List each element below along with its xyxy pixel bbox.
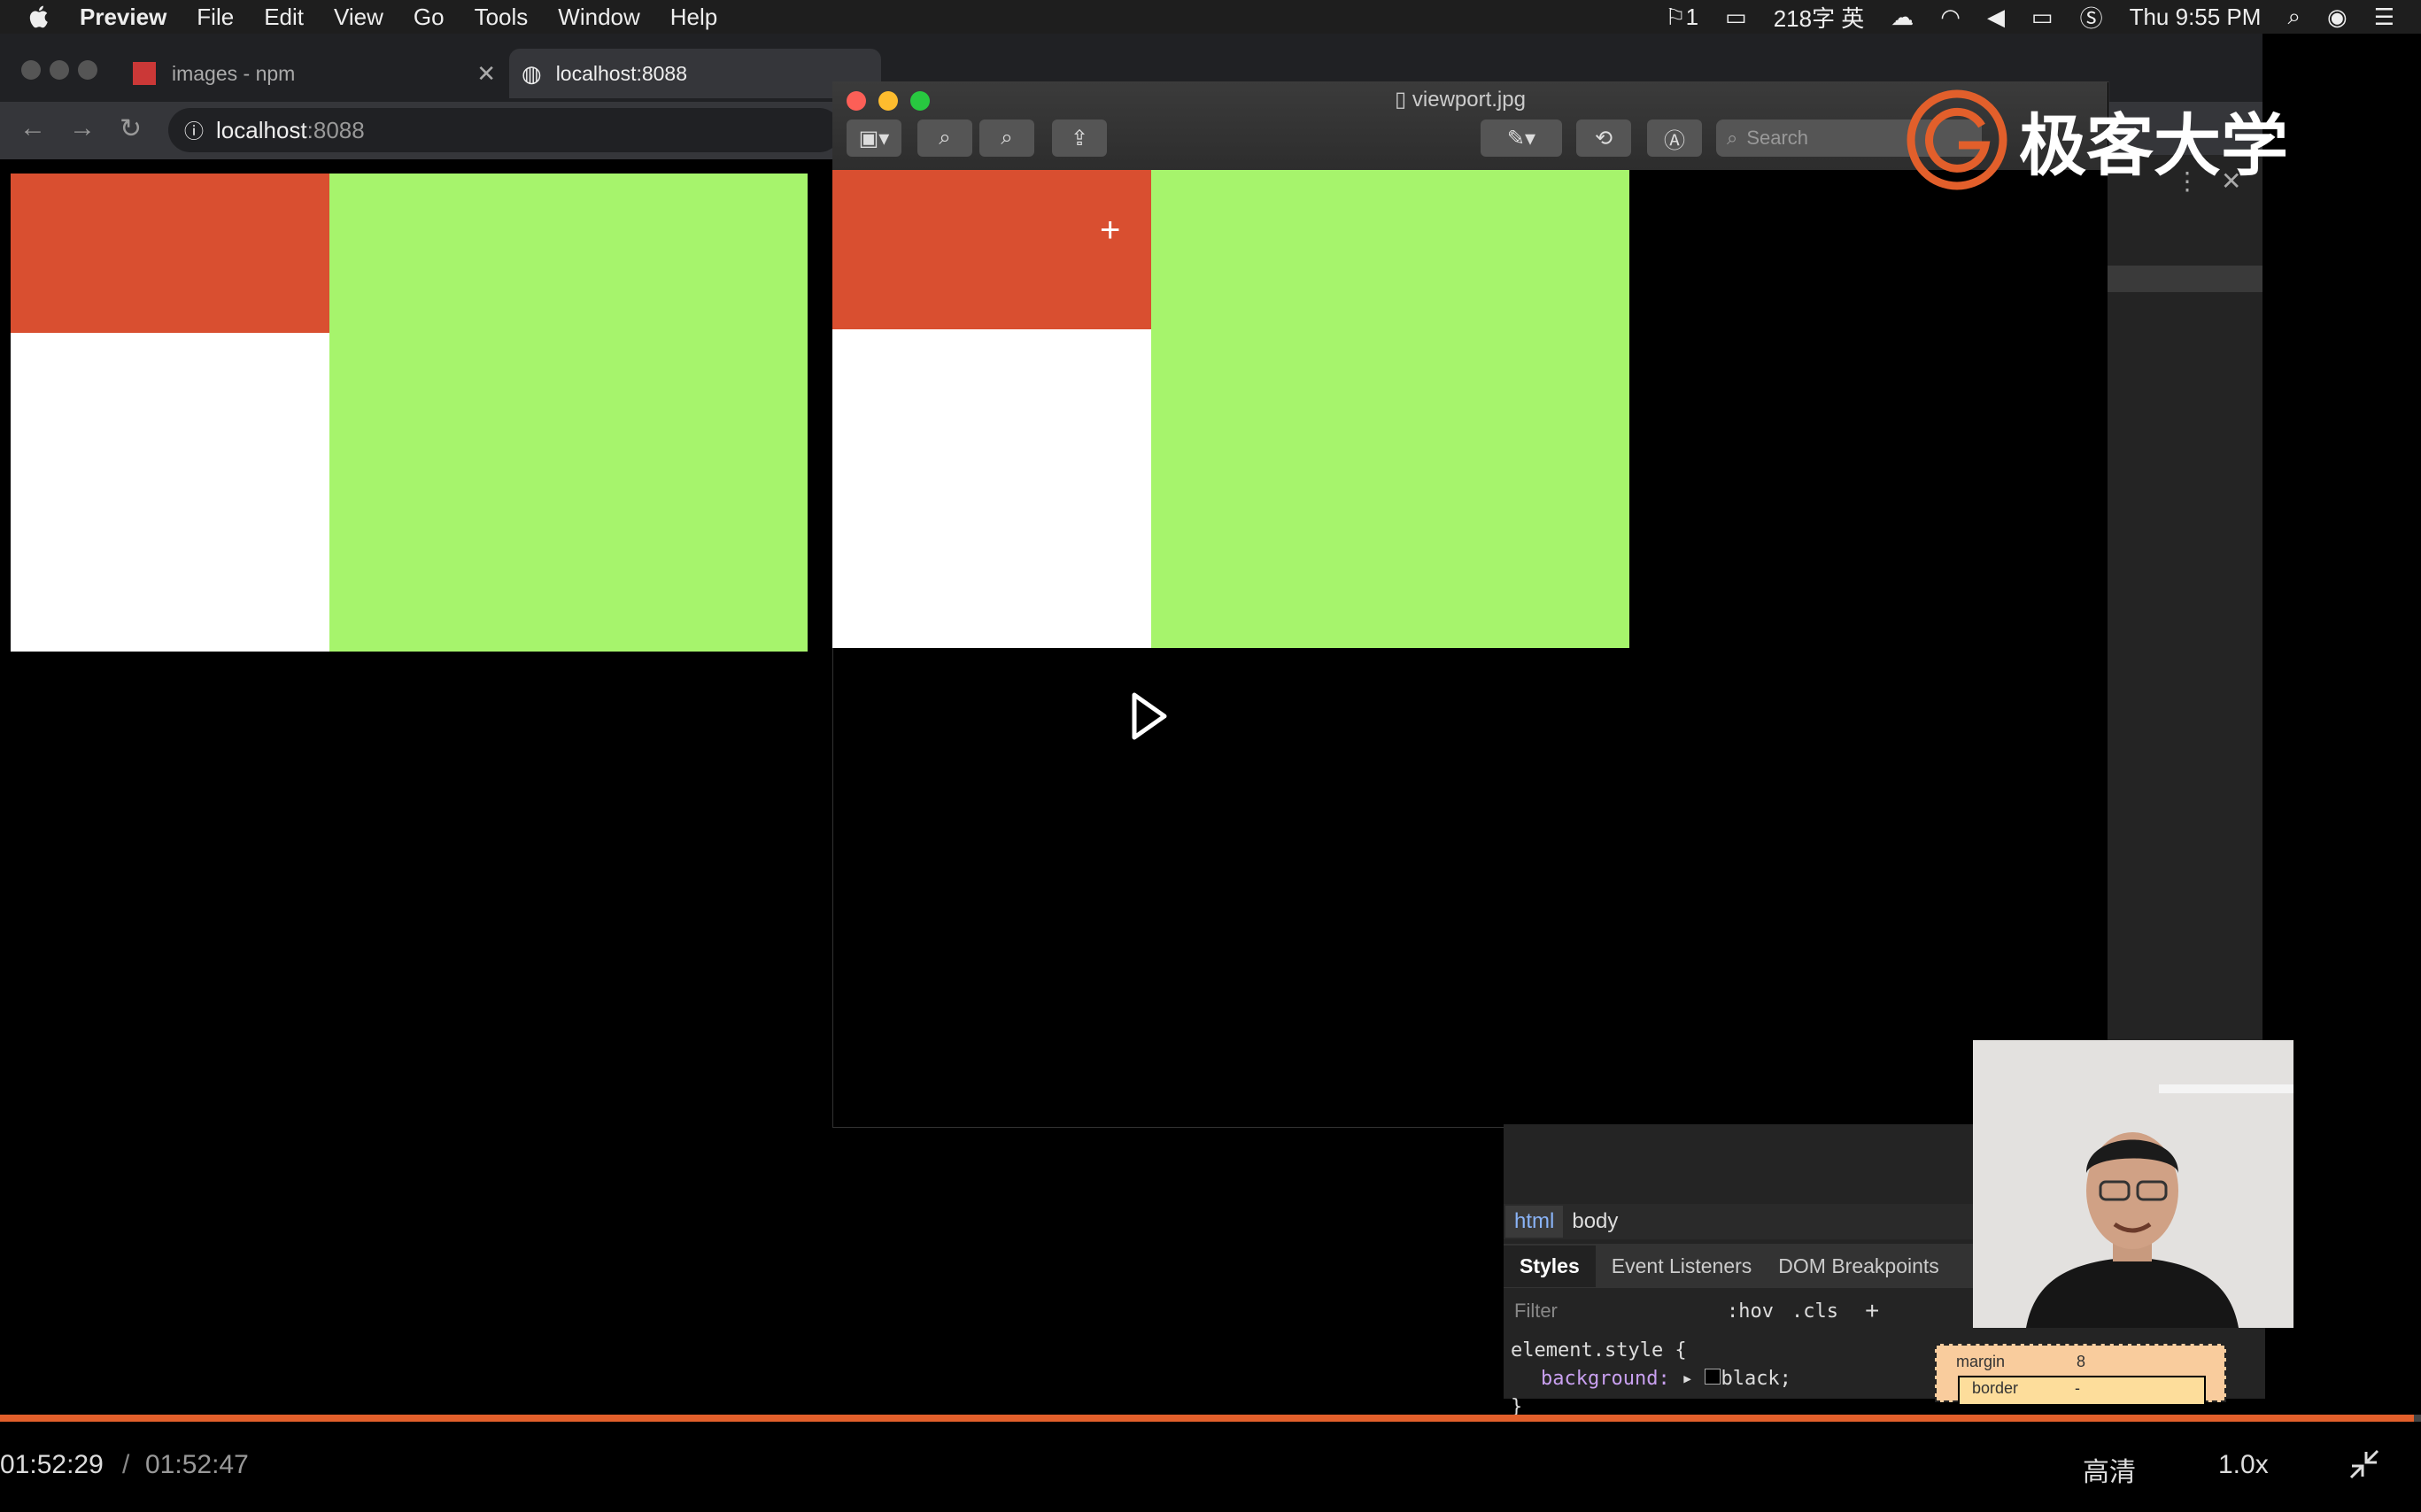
notification-badge[interactable]: ⚐1 — [1665, 4, 1698, 31]
menu-view[interactable]: View — [334, 4, 383, 31]
preview-white-box — [832, 329, 1151, 648]
expand-arrow-icon[interactable]: ▸ — [1682, 1368, 1693, 1390]
menu-window[interactable]: Window — [558, 4, 639, 31]
crumb-html[interactable]: html — [1505, 1206, 1564, 1238]
crumb-body[interactable]: body — [1563, 1206, 1627, 1238]
crosshair-cursor-icon: + — [1100, 211, 1121, 250]
box-border: border - — [1958, 1376, 2206, 1406]
rule-declaration[interactable]: background: ▸ black; — [1511, 1365, 1791, 1393]
geek-logo-icon — [1907, 89, 2007, 190]
time-current: 01:52:29 — [0, 1450, 104, 1479]
sidebar-toggle-button[interactable]: ▣▾ — [847, 120, 901, 157]
back-icon[interactable]: ← — [19, 113, 46, 143]
battery-icon[interactable]: ▭ — [2031, 4, 2054, 31]
markup-pen-button[interactable]: ✎▾ — [1481, 120, 1562, 157]
close-tab-icon[interactable]: ✕ — [476, 60, 496, 88]
time-total: 01:52:47 — [145, 1450, 249, 1479]
box-margin-label: margin — [1956, 1353, 2006, 1370]
style-rule: element.style { background: ▸ black; } — [1511, 1337, 1791, 1422]
close-window-button[interactable] — [21, 60, 41, 80]
address-host: localhost — [216, 116, 307, 143]
box-model: margin 8 border - — [1935, 1344, 2226, 1406]
volume-icon[interactable]: ◀ — [1987, 4, 2005, 31]
globe-icon: ◍ — [522, 59, 542, 87]
apple-icon[interactable] — [27, 4, 53, 30]
minimize-window-button[interactable] — [50, 60, 69, 80]
tab-styles[interactable]: Styles — [1504, 1245, 1596, 1287]
monitor-icon[interactable]: ▭ — [1725, 4, 1747, 31]
red-box — [11, 174, 329, 333]
search-placeholder: Search — [1746, 127, 1809, 149]
play-icon[interactable] — [1129, 690, 1170, 742]
progress-fill — [0, 1415, 2414, 1422]
wifi-icon[interactable]: ◠ — [1940, 4, 1961, 31]
tab-dom-breakpoints[interactable]: DOM Breakpoints — [1767, 1246, 1950, 1287]
rule-value: black; — [1721, 1368, 1791, 1390]
s-app-icon[interactable]: Ⓢ — [2080, 1, 2103, 34]
box-border-label: border — [1972, 1379, 2019, 1397]
preview-filename: viewport.jpg — [1412, 88, 1526, 112]
quality-button[interactable]: 高清 — [2083, 1450, 2136, 1489]
hov-toggle[interactable]: :hov — [1727, 1300, 1774, 1323]
tab-label: images - npm — [172, 61, 296, 85]
preview-green-box — [1151, 170, 1629, 648]
add-rule-icon[interactable]: + — [1865, 1297, 1879, 1325]
address-bar[interactable]: ⓘ localhost:8088 — [168, 108, 841, 152]
spotlight-search-icon[interactable]: ⌕ — [2287, 3, 2301, 31]
status-area: ⚐1 ▭ 218字 英 ☁ ◠ ◀ ▭ Ⓢ Thu 9:55 PM ⌕ ◉ ☰ — [1665, 0, 2421, 34]
exit-fullscreen-icon[interactable] — [2348, 1448, 2380, 1480]
presenter-webcam — [1973, 1040, 2293, 1328]
clock[interactable]: Thu 9:55 PM — [2130, 4, 2262, 31]
rule-property: background: — [1541, 1368, 1670, 1390]
green-box — [329, 174, 808, 652]
reload-icon[interactable]: ↻ — [120, 113, 142, 144]
menu-bar: Preview File Edit View Go Tools Window H… — [0, 0, 2421, 34]
tab-localhost[interactable]: ◍ localhost:8088 — [509, 49, 881, 98]
filter-input[interactable]: Filter — [1514, 1300, 1718, 1323]
time-separator: / — [122, 1450, 130, 1479]
share-button[interactable]: ⇪ — [1052, 120, 1107, 157]
box-border-value: - — [2075, 1379, 2080, 1397]
tab-images-npm[interactable]: images - npm ✕ — [133, 49, 496, 98]
menu-go[interactable]: Go — [414, 4, 445, 31]
search-icon: ⌕ — [1727, 127, 1738, 149]
info-icon[interactable]: ⓘ — [184, 116, 204, 144]
annotate-button[interactable]: Ⓐ — [1647, 120, 1702, 157]
cls-toggle[interactable]: .cls — [1791, 1300, 1838, 1323]
styles-filter-bar: Filter :hov .cls + — [1504, 1292, 1902, 1330]
watermark-logo: 极客大学 — [1904, 87, 2288, 193]
tab-event-listeners[interactable]: Event Listeners — [1596, 1246, 1768, 1287]
npm-favicon-icon — [133, 62, 156, 85]
document-icon: ▯ — [1395, 88, 1407, 112]
control-list-icon[interactable]: ☰ — [2374, 4, 2394, 31]
zoom-in-button[interactable]: ⌕ — [979, 120, 1034, 157]
zoom-window-button[interactable] — [78, 60, 97, 80]
devtools-selected-row — [2108, 266, 2262, 292]
rule-selector: element.style { — [1511, 1339, 1687, 1362]
presenter-image — [1973, 1040, 2293, 1328]
forward-icon[interactable]: → — [69, 113, 96, 143]
box-margin-value: 8 — [2077, 1353, 2086, 1370]
preview-close-button[interactable] — [847, 91, 866, 111]
siri-icon[interactable]: ◉ — [2327, 4, 2348, 31]
menu-edit[interactable]: Edit — [264, 4, 304, 31]
cloud-icon[interactable]: ☁ — [1891, 4, 1914, 31]
menu-app-preview[interactable]: Preview — [80, 4, 166, 31]
tab-label: localhost:8088 — [555, 61, 688, 85]
menu-file[interactable]: File — [197, 4, 234, 31]
color-swatch[interactable] — [1705, 1369, 1721, 1385]
preview-zoom-button[interactable] — [910, 91, 930, 111]
preview-minimize-button[interactable] — [878, 91, 898, 111]
rotate-button[interactable]: ⟲ — [1576, 120, 1631, 157]
logo-text: 极客大学 — [2019, 109, 2288, 184]
zoom-out-button[interactable]: ⌕ — [917, 120, 972, 157]
word-count-status[interactable]: 218字 英 — [1774, 1, 1865, 34]
menu-tools[interactable]: Tools — [475, 4, 529, 31]
video-controls: 01:52:29 / 01:52:47 高清 1.0x — [0, 1422, 2421, 1512]
menu-help[interactable]: Help — [670, 4, 717, 31]
white-box — [11, 333, 329, 652]
speed-button[interactable]: 1.0x — [2218, 1450, 2269, 1480]
preview-title: ▯ viewport.jpg — [1395, 87, 1526, 112]
address-port: :8088 — [306, 116, 365, 143]
